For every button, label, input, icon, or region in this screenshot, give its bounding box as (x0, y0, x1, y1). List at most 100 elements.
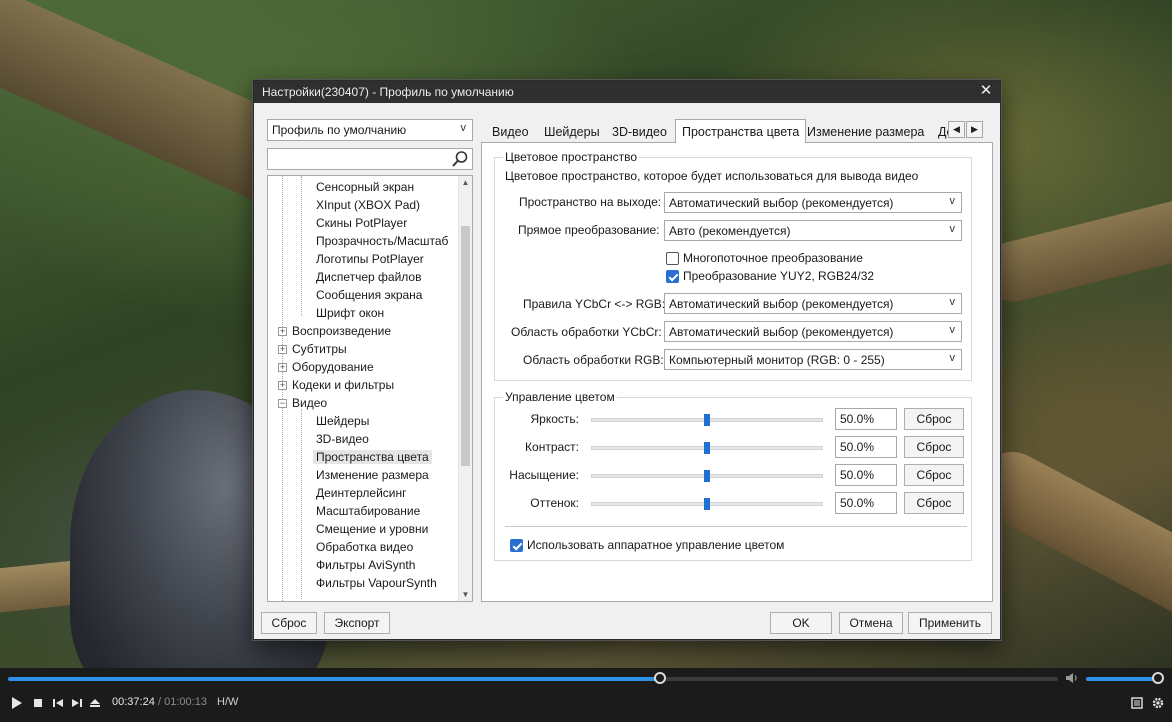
tree-item[interactable]: Прозрачность/Масштаб (268, 232, 458, 250)
tab-0[interactable]: Видео (486, 121, 535, 143)
tree-item[interactable]: Пространства цвета (268, 448, 458, 466)
tree-item[interactable]: Скины PotPlayer (268, 214, 458, 232)
stop-icon[interactable] (33, 696, 43, 710)
slider-value-field[interactable]: 50.0% (835, 408, 897, 430)
tree-item[interactable]: XInput (XBOX Pad) (268, 196, 458, 214)
tree-item-label: Обработка видео (316, 540, 414, 554)
slider-reset-button[interactable]: Сброс (904, 464, 964, 486)
slider-reset-button[interactable]: Сброс (904, 408, 964, 430)
expand-icon[interactable]: + (278, 380, 287, 390)
tab-4[interactable]: Изменение размера (801, 121, 930, 143)
settings-tree[interactable]: Сенсорный экран XInput (XBOX Pad) Скины Po… (267, 175, 473, 602)
tab-scroll-buttons: ◀ ▶ (948, 121, 984, 138)
scroll-up-icon[interactable]: ▲ (459, 176, 472, 189)
expand-icon[interactable]: + (278, 326, 287, 336)
volume-slider-fill (1086, 677, 1158, 681)
dialog-title: Настройки(230407) - Профиль по умолчанию (262, 85, 514, 99)
tree-scrollbar[interactable]: ▲ ▼ (458, 176, 472, 601)
search-input[interactable] (267, 148, 473, 170)
chevron-down-icon: v (949, 223, 956, 235)
tree-item[interactable]: Шрифт окон (268, 304, 458, 322)
total-time: / 01:00:13 (158, 696, 207, 708)
tree-list: Сенсорный экран XInput (XBOX Pad) Скины Po… (268, 178, 458, 592)
tree-item[interactable]: + Оборудование (268, 358, 458, 376)
color-slider-handle[interactable] (704, 414, 710, 426)
tree-item[interactable]: Шейдеры (268, 412, 458, 430)
dialog-titlebar[interactable]: Настройки(230407) - Профиль по умолчанию… (254, 81, 1000, 103)
tab-scroll-right-icon[interactable]: ▶ (966, 121, 983, 138)
tree-item[interactable]: Обработка видео (268, 538, 458, 556)
output-space-label: Пространство на выходе: (519, 195, 662, 209)
tab-1[interactable]: Шейдеры (538, 121, 606, 143)
ycbcr-range-select[interactable]: Автоматический выбор (рекомендуется) v (664, 321, 962, 342)
play-icon[interactable] (11, 696, 23, 710)
slider-reset-button[interactable]: Сброс (904, 436, 964, 458)
eject-icon[interactable] (89, 696, 101, 710)
output-space-select[interactable]: Автоматический выбор (рекомендуется) v (664, 192, 962, 213)
tree-item-label: Диспетчер файлов (316, 270, 422, 284)
slider-reset-button[interactable]: Сброс (904, 492, 964, 514)
expand-icon[interactable]: + (278, 344, 287, 354)
tree-item[interactable]: Смещение и уровни (268, 520, 458, 538)
gear-icon[interactable] (1151, 696, 1165, 710)
search-icon[interactable] (451, 150, 469, 168)
slider-label: Оттенок: (530, 496, 579, 510)
volume-slider-handle[interactable] (1152, 672, 1164, 684)
tree-item-label: Деинтерлейсинг (316, 486, 407, 500)
tree-item[interactable]: Фильтры AviSynth (268, 556, 458, 574)
seek-bar[interactable] (8, 672, 1058, 684)
tab-scroll-left-icon[interactable]: ◀ (948, 121, 965, 138)
volume-slider[interactable] (1086, 672, 1164, 684)
tree-item[interactable]: Изменение размера (268, 466, 458, 484)
slider-value-field[interactable]: 50.0% (835, 436, 897, 458)
playlist-icon[interactable] (1131, 696, 1143, 710)
collapse-icon[interactable]: − (278, 398, 287, 408)
tree-item[interactable]: − Видео (268, 394, 458, 412)
previous-icon[interactable] (52, 696, 64, 710)
yuy2-checkbox[interactable]: Преобразование YUY2, RGB24/32 (666, 269, 874, 283)
export-button[interactable]: Экспорт (324, 612, 390, 634)
tree-item-label: Изменение размера (316, 468, 429, 482)
tree-item[interactable]: Логотипы PotPlayer (268, 250, 458, 268)
tree-item[interactable]: Фильтры VapourSynth (268, 574, 458, 592)
ok-button[interactable]: OK (770, 612, 832, 634)
speaker-icon[interactable] (1064, 671, 1080, 685)
tree-item[interactable]: + Воспроизведение (268, 322, 458, 340)
tree-item[interactable]: 3D-видео (268, 430, 458, 448)
color-slider-handle[interactable] (704, 498, 710, 510)
scrollbar-thumb[interactable] (461, 226, 470, 466)
checkbox-icon (666, 251, 679, 265)
tree-item-label: 3D-видео (316, 432, 369, 446)
color-slider-handle[interactable] (704, 470, 710, 482)
tree-item[interactable]: + Кодеки и фильтры (268, 376, 458, 394)
hw-color-control-checkbox[interactable]: Использовать аппаратное управление цвето… (510, 538, 784, 552)
multithread-checkbox[interactable]: Многопоточное преобразование (666, 251, 863, 265)
ycbcr-rules-select[interactable]: Автоматический выбор (рекомендуется) v (664, 293, 962, 314)
rgb-range-select[interactable]: Компьютерный монитор (RGB: 0 - 255) v (664, 349, 962, 370)
cancel-button[interactable]: Отмена (839, 612, 903, 634)
expand-icon[interactable]: + (278, 362, 287, 372)
tree-item[interactable]: Сообщения экрана (268, 286, 458, 304)
tab-3[interactable]: Пространства цвета (675, 119, 807, 143)
tree-item[interactable]: Масштабирование (268, 502, 458, 520)
profile-select-value: Профиль по умолчанию (272, 123, 407, 137)
tab-2[interactable]: 3D-видео (606, 121, 673, 143)
tree-item-label: Шрифт окон (316, 306, 385, 320)
scroll-down-icon[interactable]: ▼ (459, 588, 472, 601)
slider-value-field[interactable]: 50.0% (835, 492, 897, 514)
next-icon[interactable] (71, 696, 83, 710)
ycbcr-rules-value: Автоматический выбор (рекомендуется) (669, 296, 894, 311)
tree-item[interactable]: Деинтерлейсинг (268, 484, 458, 502)
apply-button[interactable]: Применить (908, 612, 992, 634)
color-slider-handle[interactable] (704, 442, 710, 454)
profile-select[interactable]: Профиль по умолчанию v (267, 119, 473, 141)
tree-item[interactable]: + Субтитры (268, 340, 458, 358)
close-icon[interactable]: ✕ (978, 83, 994, 99)
reset-all-button[interactable]: Сброс (261, 612, 317, 634)
direct-conversion-select[interactable]: Авто (рекомендуется) v (664, 220, 962, 241)
tree-item[interactable]: Сенсорный экран (268, 178, 458, 196)
slider-value-field[interactable]: 50.0% (835, 464, 897, 486)
tree-item[interactable]: Диспетчер файлов (268, 268, 458, 286)
decoder-indicator[interactable]: H/W (217, 696, 238, 708)
seek-bar-handle[interactable] (654, 672, 667, 684)
